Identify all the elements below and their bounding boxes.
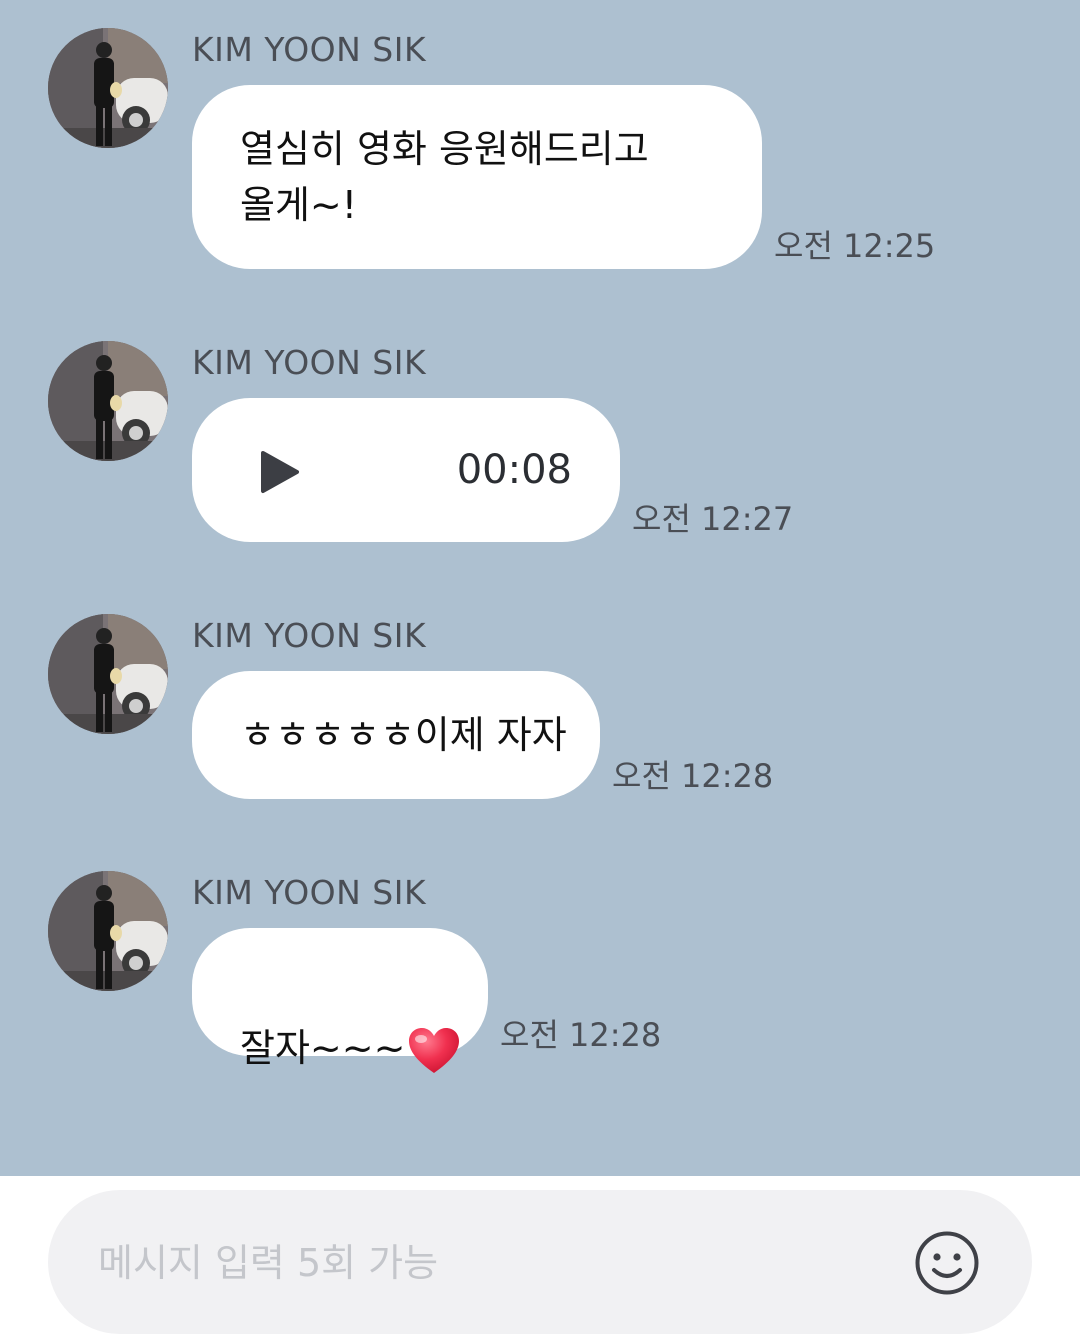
message-item: KIM YOON SIK ㅎㅎㅎㅎㅎ이제 자자 오전 12:28 (0, 614, 1080, 804)
chat-area: KIM YOON SIK 열심히 영화 응원해드리고 올게~! 오전 12:25 (0, 0, 1080, 1176)
heart-icon (409, 1027, 460, 1073)
message-bubble[interactable]: 잘자~~~ (192, 928, 488, 1073)
input-container (48, 1190, 1032, 1334)
avatar[interactable] (48, 614, 168, 734)
message-input[interactable] (96, 1228, 900, 1298)
message-text: 열심히 영화 응원해드리고 올게~! (240, 127, 649, 227)
play-icon[interactable] (260, 450, 300, 494)
avatar[interactable] (48, 341, 168, 461)
message-time: 오전 12:28 (612, 757, 774, 795)
message-text-row: 잘자~~~ (240, 964, 461, 1076)
sender-name: KIM YOON SIK (192, 343, 427, 382)
message-bubble[interactable]: 열심히 영화 응원해드리고 올게~! (192, 85, 762, 269)
voice-duration: 00:08 (456, 447, 572, 493)
message-bubble[interactable]: ㅎㅎㅎㅎㅎ이제 자자 (192, 671, 600, 799)
message-text: ㅎㅎㅎㅎㅎ이제 자자 (240, 713, 567, 757)
sender-name: KIM YOON SIK (192, 616, 427, 655)
message-time: 오전 12:28 (500, 1016, 662, 1054)
sender-name: KIM YOON SIK (192, 873, 427, 912)
message-item: KIM YOON SIK 열심히 영화 응원해드리고 올게~! 오전 12:25 (0, 28, 1080, 278)
smiley-icon[interactable] (914, 1230, 980, 1296)
message-text: 잘자~~~ (240, 1026, 406, 1070)
voice-message-bubble[interactable]: 00:08 (192, 398, 620, 542)
message-item: KIM YOON SIK 00:08 오전 12:27 (0, 341, 1080, 551)
message-composer (0, 1176, 1080, 1344)
avatar[interactable] (48, 28, 168, 148)
message-item: KIM YOON SIK 잘자~~~ 오전 12:28 (0, 871, 1080, 1073)
avatar[interactable] (48, 871, 168, 991)
sender-name: KIM YOON SIK (192, 30, 427, 69)
message-time: 오전 12:25 (774, 227, 936, 265)
message-time: 오전 12:27 (632, 500, 794, 538)
